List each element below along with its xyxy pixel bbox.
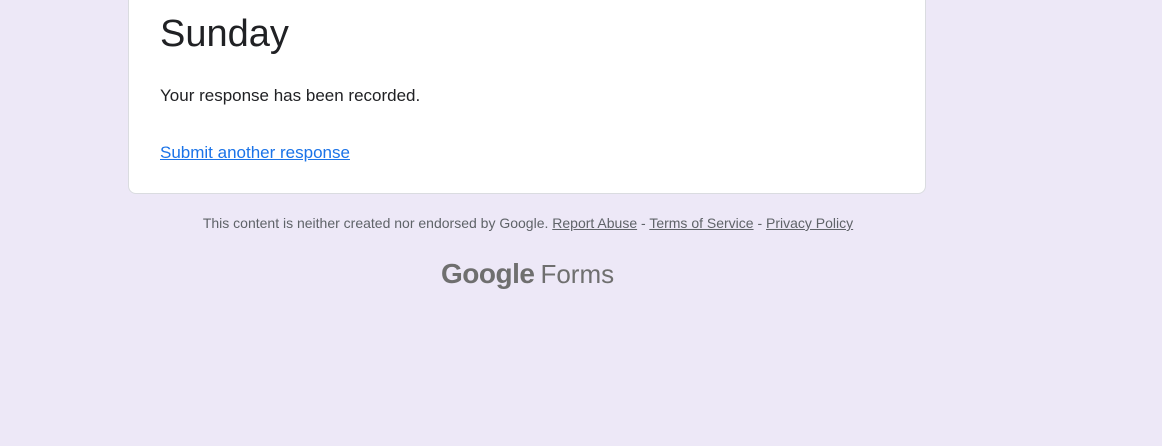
form-title: Sunday bbox=[160, 13, 289, 55]
footer-separator: - bbox=[753, 215, 767, 231]
terms-of-service-link[interactable]: Terms of Service bbox=[649, 215, 753, 231]
forms-wordmark: Forms bbox=[540, 259, 615, 289]
footer-separator: - bbox=[637, 215, 650, 231]
google-forms-logo[interactable]: Google Forms bbox=[441, 258, 614, 294]
privacy-policy-link[interactable]: Privacy Policy bbox=[766, 215, 853, 231]
confirmation-message: Your response has been recorded. bbox=[160, 86, 421, 105]
google-wordmark: Google bbox=[441, 258, 535, 289]
report-abuse-link[interactable]: Report Abuse bbox=[552, 215, 637, 231]
confirmation-card: Sunday Your response has been recorded. … bbox=[128, 0, 926, 194]
submit-another-response-link[interactable]: Submit another response bbox=[160, 143, 350, 163]
footer: This content is neither created nor endo… bbox=[128, 215, 928, 231]
disclaimer-text: This content is neither created nor endo… bbox=[202, 215, 549, 231]
